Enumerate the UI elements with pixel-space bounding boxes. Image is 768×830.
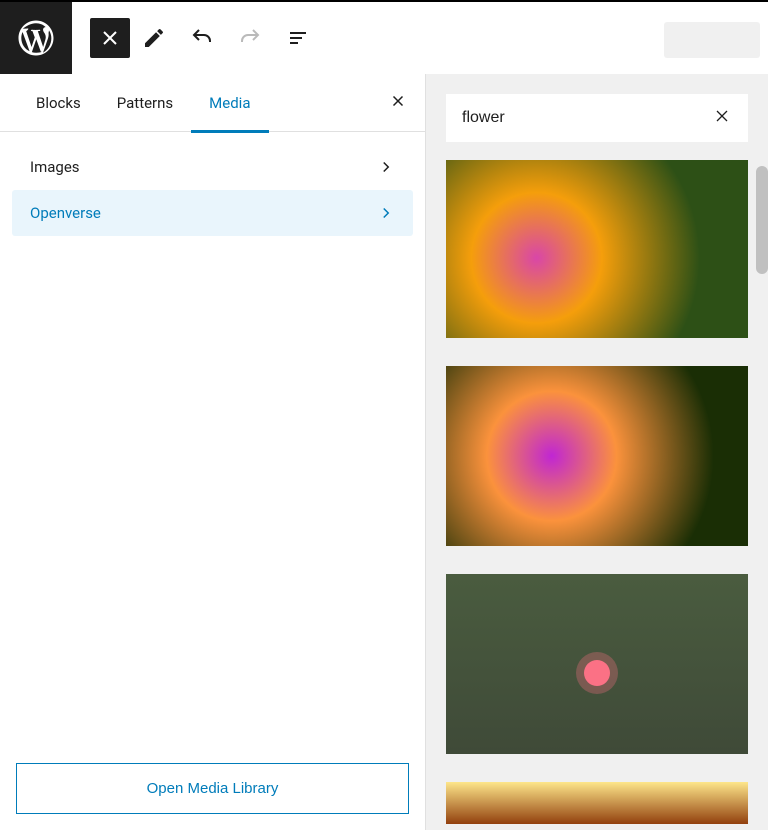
media-results-panel — [426, 74, 768, 830]
media-result-thumb[interactable] — [446, 782, 748, 824]
clear-search-button[interactable] — [712, 106, 732, 130]
inserter-panel: Blocks Patterns Media Images Openverse O… — [0, 74, 426, 830]
scrollbar-thumb[interactable] — [756, 166, 768, 274]
toolbar-right — [664, 18, 768, 58]
toolbar-placeholder — [664, 22, 760, 58]
tab-blocks[interactable]: Blocks — [18, 74, 99, 132]
tab-patterns[interactable]: Patterns — [99, 74, 191, 132]
chevron-right-icon — [377, 204, 395, 222]
media-search-input[interactable] — [462, 109, 712, 127]
media-result-thumb[interactable] — [446, 160, 748, 338]
category-label: Images — [30, 158, 80, 176]
tab-media[interactable]: Media — [191, 74, 268, 132]
inserter-tabs: Blocks Patterns Media — [0, 74, 425, 132]
close-panel-button[interactable] — [389, 92, 407, 114]
category-openverse[interactable]: Openverse — [12, 190, 413, 236]
wp-logo[interactable] — [0, 2, 72, 74]
close-inserter-button[interactable] — [90, 18, 130, 58]
bottom-button-wrap: Open Media Library — [0, 747, 425, 830]
open-media-library-button[interactable]: Open Media Library — [16, 763, 409, 814]
chevron-right-icon — [377, 158, 395, 176]
media-category-list: Images Openverse — [0, 132, 425, 747]
media-result-thumb[interactable] — [446, 574, 748, 754]
media-result-thumb[interactable] — [446, 366, 748, 546]
editor-toolbar — [0, 2, 768, 74]
redo-button — [226, 14, 274, 62]
edit-tool-button[interactable] — [130, 14, 178, 62]
category-label: Openverse — [30, 204, 101, 222]
document-overview-button[interactable] — [274, 14, 322, 62]
category-images[interactable]: Images — [12, 144, 413, 190]
search-wrap — [446, 94, 748, 142]
undo-button[interactable] — [178, 14, 226, 62]
main-area: Blocks Patterns Media Images Openverse O… — [0, 74, 768, 830]
